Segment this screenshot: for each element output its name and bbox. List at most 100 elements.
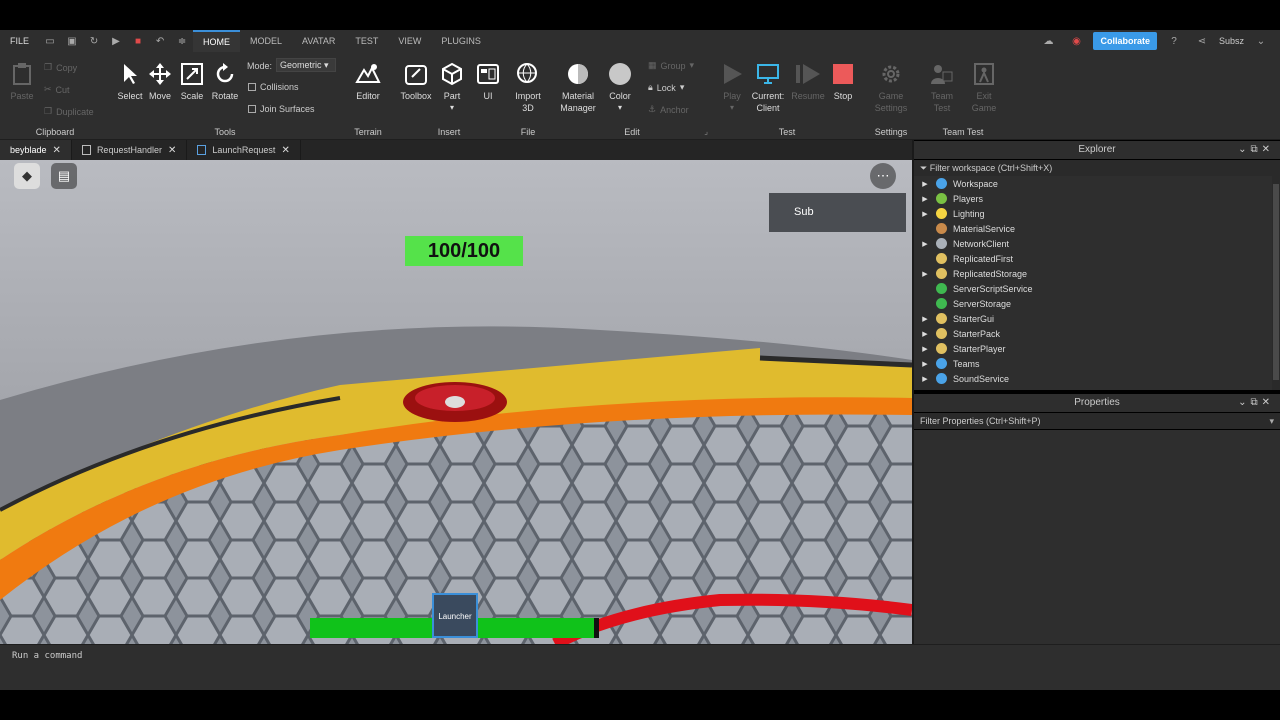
expand-arrow-icon[interactable]: ▶ [920,360,930,368]
share-icon[interactable]: ⋖ [1194,33,1210,49]
expand-arrow-icon[interactable]: ▶ [920,345,930,353]
user-menu-chevron-icon[interactable]: ⌄ [1253,33,1269,49]
collisions-checkbox[interactable] [248,83,256,91]
game-viewport[interactable]: ◆ ▤ ⋯ 100/100 Sub Launcher [0,160,912,644]
mode-dropdown[interactable]: Geometric ▾ [276,58,336,72]
exit-game-button[interactable]: Exit Game [964,62,1004,114]
new-file-icon[interactable]: ▭ [42,33,58,49]
sub-button[interactable]: Sub [769,193,906,232]
resume-button[interactable]: Resume [788,62,828,102]
panel-controls-icon[interactable]: ⌄⧉✕ [1238,394,1274,412]
chevron-down-icon[interactable]: ▾ [1269,413,1274,429]
close-icon[interactable]: ✕ [53,145,61,156]
tab-test[interactable]: TEST [345,30,388,52]
stop-icon[interactable]: ■ [130,33,146,49]
roblox-menu-icon[interactable]: ◆ [14,163,40,189]
play-icon[interactable]: ▶ [108,33,124,49]
paste-button[interactable]: Paste [4,62,40,102]
tools-label: Tools [214,127,236,137]
close-icon[interactable]: ✕ [168,145,176,156]
material-icon [558,62,598,86]
command-input[interactable]: Run a command [12,651,82,661]
explorer-item-serverstorage[interactable]: ServerStorage [914,296,1280,311]
toolbox-button[interactable]: Toolbox [396,62,436,102]
explorer-item-teams[interactable]: ▶ Teams [914,356,1280,371]
explorer-filter-input[interactable]: ⏷ Filter workspace (Ctrl+Shift+X) [914,160,1280,176]
save-icon[interactable]: ▣ [64,33,80,49]
team-test-button[interactable]: Team Test [922,62,962,114]
explorer-item-startergui[interactable]: ▶ StarterGui [914,311,1280,326]
undo-icon[interactable]: ↶ [152,33,168,49]
game-settings-button[interactable]: Game Settings [871,62,911,114]
expand-arrow-icon[interactable]: ▶ [920,180,930,188]
part-button[interactable]: Part ▾ [432,62,472,114]
panel-controls-icon[interactable]: ⌄⧉✕ [1238,141,1274,159]
expand-arrow-icon[interactable]: ▶ [920,195,930,203]
collisions-toggle[interactable]: Collisions [248,82,299,92]
redo-icon[interactable]: ↻ [86,33,102,49]
lock-icon: 🔒︎ [648,82,653,92]
color-button[interactable]: Color ▾ [600,62,640,114]
join-surfaces-toggle[interactable]: Join Surfaces [248,104,315,114]
explorer-scrollbar[interactable] [1272,176,1280,390]
user-name[interactable]: Subsz [1219,36,1244,46]
tab-view[interactable]: VIEW [388,30,431,52]
expand-arrow-icon[interactable]: ▶ [920,315,930,323]
tab-home[interactable]: HOME [193,30,241,52]
more-options-icon[interactable]: ⋯ [870,163,896,189]
copy-button[interactable]: ❐ Copy [44,62,77,73]
explorer-item-serverscriptservice[interactable]: ServerScriptService [914,281,1280,296]
tab-request-handler[interactable]: RequestHandler ✕ [72,140,188,160]
duplicate-button[interactable]: ❐ Duplicate [44,106,94,117]
tab-model[interactable]: MODEL [240,30,292,52]
command-bar[interactable]: Run a command [0,644,1280,690]
collaborate-button[interactable]: Collaborate [1093,32,1157,50]
expand-arrow-icon[interactable]: ▶ [920,375,930,383]
expand-arrow-icon[interactable]: ▶ [920,270,930,278]
tab-avatar[interactable]: AVATAR [292,30,345,52]
stop-button[interactable]: Stop [823,62,863,102]
close-icon[interactable]: ✕ [281,145,289,156]
lock-button[interactable]: 🔒︎ Lock ▾ [648,82,684,93]
cloud-icon[interactable]: ☁ [1040,33,1056,49]
help-icon[interactable]: ? [1166,33,1182,49]
service-icon [936,223,947,234]
cut-button[interactable]: ✂ Cut [44,84,70,95]
join-surfaces-checkbox[interactable] [248,105,256,113]
clipboard-group: Paste ❐ Copy ✂ Cut ❐ Duplicate Clipboard [0,52,110,140]
group-button[interactable]: ▦ Group ▾ [648,60,694,71]
chat-icon[interactable]: ▤ [51,163,77,189]
edit-expand-icon[interactable]: ⌟ [704,127,708,136]
service-icon [936,358,947,369]
explorer-item-starterpack[interactable]: ▶ StarterPack [914,326,1280,341]
launcher-slot[interactable]: Launcher [432,593,478,638]
expand-arrow-icon[interactable]: ▶ [920,240,930,248]
explorer-item-workspace[interactable]: ▶ Workspace [914,176,1280,191]
anchor-button[interactable]: ⚓︎ Anchor [648,104,689,115]
explorer-item-label: Players [953,193,984,204]
notification-icon[interactable]: ◉ [1068,33,1084,49]
tab-beyblade[interactable]: beyblade ✕ [0,140,72,160]
explorer-item-replicatedstorage[interactable]: ▶ ReplicatedStorage [914,266,1280,281]
explorer-item-soundservice[interactable]: ▶ SoundService [914,371,1280,386]
file-menu[interactable]: FILE [0,36,39,46]
customize-icon[interactable]: ≑ [174,33,190,49]
tab-plugins[interactable]: PLUGINS [431,30,491,52]
edit-group: Material Manager Color ▾ ▦ Group ▾ 🔒︎ Lock … [552,52,712,140]
current-client-button[interactable]: Current: Client [746,62,790,114]
explorer-item-lighting[interactable]: ▶ Lighting [914,206,1280,221]
expand-arrow-icon[interactable]: ▶ [920,330,930,338]
explorer-item-replicatedfirst[interactable]: ReplicatedFirst [914,251,1280,266]
rotate-button[interactable]: Rotate [205,62,245,102]
tab-launch-request[interactable]: LaunchRequest ✕ [187,140,301,160]
import-3d-button[interactable]: Import 3D [508,62,548,114]
explorer-item-starterplayer[interactable]: ▶ StarterPlayer [914,341,1280,356]
explorer-item-materialservice[interactable]: MaterialService [914,221,1280,236]
explorer-item-players[interactable]: ▶ Players [914,191,1280,206]
properties-filter-input[interactable]: Filter Properties (Ctrl+Shift+P) ▾ [914,413,1280,429]
terrain-editor-button[interactable]: Editor [348,62,388,102]
expand-arrow-icon[interactable]: ▶ [920,210,930,218]
explorer-item-networkclient[interactable]: ▶ NetworkClient [914,236,1280,251]
ui-button[interactable]: UI [468,62,508,102]
material-manager-button[interactable]: Material Manager [558,62,598,114]
